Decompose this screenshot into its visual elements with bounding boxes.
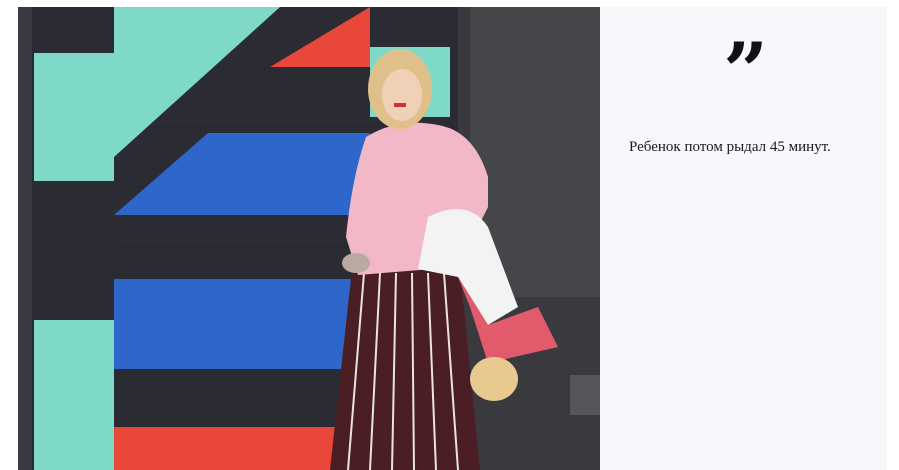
article-quote-block: ” Ребенок потом рыдал 45 минут. xyxy=(0,0,899,470)
quote-text: Ребенок потом рыдал 45 минут. xyxy=(629,139,831,155)
article-photo xyxy=(18,7,600,470)
photo-illustration xyxy=(18,7,600,470)
quotation-mark-icon: ” xyxy=(723,26,768,117)
quote-panel: ” Ребенок потом рыдал 45 минут. xyxy=(600,7,887,470)
